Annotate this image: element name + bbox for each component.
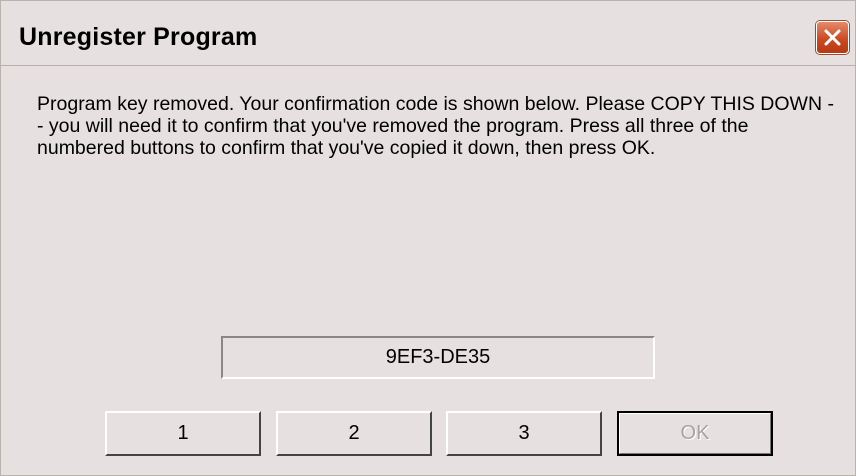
button-1[interactable]: 1 (105, 411, 261, 456)
title-divider (1, 65, 855, 66)
unregister-dialog: Unregister Program Program key removed. … (0, 0, 856, 476)
dialog-title: Unregister Program (19, 23, 258, 51)
close-icon (824, 29, 841, 46)
close-button[interactable] (816, 21, 849, 54)
confirmation-code-field: 9EF3-DE35 (221, 336, 655, 379)
button-3[interactable]: 3 (446, 411, 602, 456)
title-bar[interactable]: Unregister Program (1, 1, 855, 65)
ok-button[interactable]: OK (617, 411, 773, 456)
instruction-message: Program key removed. Your confirmation c… (37, 93, 834, 159)
button-2[interactable]: 2 (276, 411, 432, 456)
